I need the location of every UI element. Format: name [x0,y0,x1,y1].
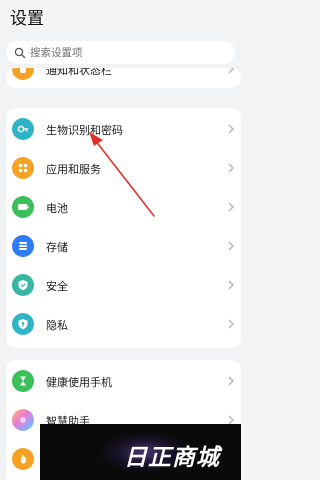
search-placeholder: 搜索设置项 [30,47,83,59]
chevron-right-icon [228,280,234,290]
chevron-right-icon [228,241,234,251]
hourglass-icon [12,370,34,392]
chevron-right-icon [228,202,234,212]
chevron-right-icon [228,319,234,329]
shield-icon [12,274,34,296]
page-title: 设置 [10,9,44,29]
settings-item-biometrics[interactable]: 生物识别和密码 [6,110,241,150]
settings-item-security[interactable]: 安全 [6,266,241,306]
storage-icon [12,235,34,257]
chevron-right-icon [228,124,234,134]
privacy-icon [12,313,34,335]
settings-item-label: 健康使用手机 [46,376,112,389]
chevron-right-icon [228,376,234,386]
search-icon [14,47,26,58]
settings-item-battery[interactable]: 电池 [6,188,241,228]
chevron-right-icon [228,68,234,74]
settings-item-label: 电池 [46,202,68,215]
card-main: 生物识别和密码 应用和服务 电池 存储 安全 隐私 [6,108,241,348]
chevron-right-icon [228,163,234,173]
search-input[interactable]: 搜索设置项 [6,41,235,64]
settings-item-apps[interactable]: 应用和服务 [6,149,241,189]
settings-item-notifications[interactable]: 通知和状态栏 [6,68,241,88]
settings-item-label: 安全 [46,280,68,293]
settings-item-label: 隐私 [46,319,68,332]
settings-item-privacy[interactable]: 隐私 [6,305,241,345]
apps-icon [12,157,34,179]
notification-icon [12,68,34,80]
settings-item-label: 应用和服务 [46,163,101,176]
card-notifications: 通知和状态栏 [6,68,241,88]
battery-icon [12,196,34,218]
hand-icon [12,448,34,470]
watermark-text: 日正商城 [124,445,220,471]
key-icon [12,118,34,140]
assistant-icon [12,409,34,431]
settings-item-storage[interactable]: 存储 [6,227,241,267]
settings-item-label: 生物识别和密码 [46,124,123,137]
settings-item-digital-balance[interactable]: 健康使用手机 [6,362,241,402]
settings-item-label: 存储 [46,241,68,254]
settings-item-label: 通知和状态栏 [46,68,112,77]
watermark-logo: 日正商城 [40,424,241,480]
